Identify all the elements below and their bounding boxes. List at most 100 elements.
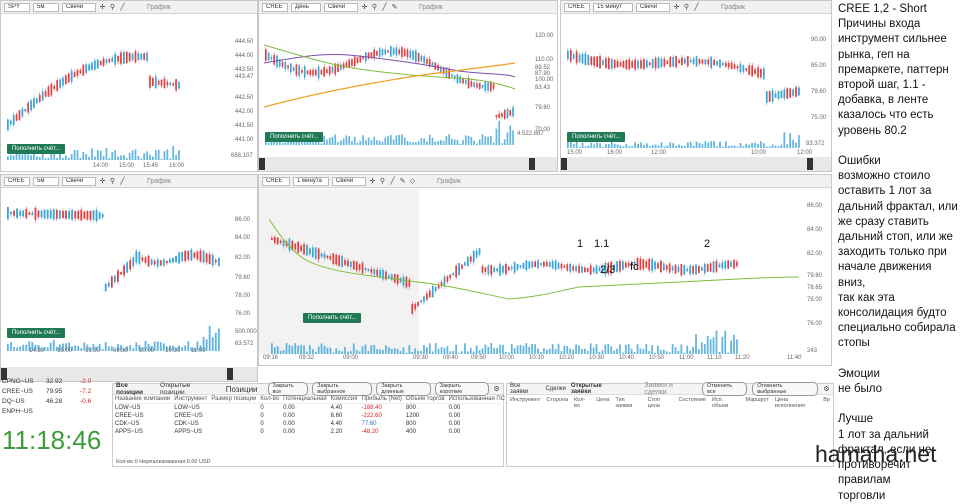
- tab-deals[interactable]: Сделки: [545, 386, 565, 392]
- cancel-selected-button[interactable]: Отменить выбранные: [752, 382, 819, 396]
- chart-type-select[interactable]: Свечи: [636, 2, 670, 12]
- line-tool-icon[interactable]: ╱: [381, 3, 388, 12]
- column-header[interactable]: Прибыль (Net): [359, 395, 404, 404]
- volume-bar: [160, 158, 163, 160]
- zoom-icon[interactable]: ⚲: [683, 3, 690, 12]
- volume-bar: [619, 145, 622, 148]
- symbol-select[interactable]: CREE: [262, 2, 288, 12]
- line-tool-icon[interactable]: ╱: [119, 177, 126, 186]
- brush-icon[interactable]: ✎: [391, 3, 398, 12]
- navigator-scrollbar[interactable]: [561, 157, 831, 171]
- volume-bar: [65, 155, 67, 160]
- gear-icon[interactable]: ⚙: [493, 385, 500, 394]
- watchlist-row[interactable]: CREE~US 79.95 -7.2: [0, 386, 110, 396]
- fill-account-button[interactable]: Пополнить счёт...: [303, 313, 362, 323]
- crosshair-icon[interactable]: ✛: [99, 177, 106, 186]
- column-header[interactable]: Размер позиции: [209, 395, 259, 404]
- close-long-button[interactable]: Закрыть длинные: [376, 382, 431, 396]
- column-header[interactable]: Цена: [596, 397, 609, 409]
- column-header[interactable]: Стоп цена: [648, 397, 673, 409]
- column-header[interactable]: Инструмент: [172, 395, 210, 404]
- navigator-handle-right[interactable]: [807, 158, 813, 170]
- crosshair-icon[interactable]: ✛: [673, 3, 680, 12]
- chart-type-select[interactable]: Свечи: [324, 2, 358, 12]
- column-header[interactable]: Кол-во: [574, 397, 590, 409]
- column-header[interactable]: Объем торгов: [403, 395, 447, 404]
- draw-icon[interactable]: ◇: [409, 177, 416, 186]
- candle: [335, 254, 338, 265]
- column-header[interactable]: Инструмент: [510, 397, 540, 409]
- watchlist-row[interactable]: DQ~US 46.28 -0.6: [0, 396, 110, 406]
- candle: [452, 272, 455, 276]
- tab-open-positions[interactable]: Открытые позиции: [160, 382, 216, 396]
- navigator-scrollbar[interactable]: [259, 157, 557, 171]
- symbol-select[interactable]: CREE: [262, 176, 290, 186]
- crosshair-icon[interactable]: ✛: [99, 3, 106, 12]
- symbol-select[interactable]: CREE: [564, 2, 590, 12]
- chart-type-select[interactable]: Свечи: [332, 176, 366, 186]
- time-tick: 11:10: [707, 355, 722, 361]
- interval-select[interactable]: 15 минут: [593, 2, 633, 12]
- column-header[interactable]: Тип заявки: [615, 397, 641, 409]
- fill-account-button[interactable]: Пополнить счёт...: [265, 132, 324, 142]
- watchlist-row[interactable]: ENPH~US: [0, 406, 110, 416]
- line-tool-icon[interactable]: ╱: [389, 177, 396, 186]
- interval-select[interactable]: 5м: [33, 176, 59, 186]
- brush-icon[interactable]: ✎: [399, 177, 406, 186]
- column-header[interactable]: Вр: [823, 397, 830, 409]
- tab-open-orders[interactable]: Открытые заявки: [571, 383, 623, 395]
- zoom-icon[interactable]: ⚲: [371, 3, 378, 12]
- interval-select[interactable]: День: [291, 2, 321, 12]
- column-header[interactable]: Исп. объем: [712, 397, 739, 409]
- column-header[interactable]: Использованная ПС: [446, 395, 508, 404]
- chart-type-select[interactable]: Свечи: [62, 2, 96, 12]
- fill-account-button[interactable]: Пополнить счёт...: [7, 144, 66, 154]
- candle: [199, 250, 202, 262]
- tab-all-orders[interactable]: Все заявки: [510, 383, 540, 395]
- column-header[interactable]: Сторона: [546, 397, 568, 409]
- zoom-icon[interactable]: ⚲: [109, 177, 116, 186]
- column-header[interactable]: Маршрут: [745, 397, 768, 409]
- crosshair-icon[interactable]: ✛: [369, 177, 376, 186]
- fill-account-button[interactable]: Пополнить счёт...: [567, 132, 626, 142]
- watchlist-row[interactable]: CPNG~US 32.92 -2.0: [0, 376, 110, 386]
- navigator-handle-right[interactable]: [227, 368, 233, 380]
- line-tool-icon[interactable]: ╱: [693, 3, 700, 12]
- table-row[interactable]: APPS~US APPS~US 0 0.00 2.20 -48.20 400 0.00: [113, 428, 507, 436]
- column-header[interactable]: Цена исполнения: [775, 397, 817, 409]
- close-all-button[interactable]: Закрыть все: [267, 382, 309, 396]
- price-plot[interactable]: 444.50 444.00 443.50 443.47 442.50 442.0…: [1, 15, 258, 160]
- volume-bar: [630, 348, 633, 354]
- crosshair-icon[interactable]: ✛: [361, 3, 368, 12]
- gear-icon[interactable]: ⚙: [823, 385, 830, 394]
- table-row[interactable]: CDK~US CDK~US 0 0.00 4.40 77.60 800 0.00: [113, 420, 507, 428]
- close-short-button[interactable]: Закрыть короткие: [434, 382, 490, 396]
- table-row[interactable]: LOW~US LOW~US 0 0.00 4.40 -188.40 800 0.00: [113, 404, 507, 413]
- line-tool-icon[interactable]: ╱: [119, 3, 126, 12]
- cancel-all-button[interactable]: Отменить все: [702, 382, 748, 396]
- fill-account-button[interactable]: Пополнить счёт...: [7, 328, 66, 338]
- interval-select[interactable]: 5м: [33, 2, 59, 12]
- price-plot[interactable]: 86.00 84.00 82.00 79.60 78.65 78.00 76.0…: [259, 189, 832, 364]
- navigator-handle-left[interactable]: [561, 158, 567, 170]
- column-header[interactable]: Состояние: [678, 397, 705, 409]
- table-row[interactable]: CREE~US CREE~US 0 0.00 6.60 -222.60 1200 0.00: [113, 412, 507, 420]
- price-plot[interactable]: 86.00 84.00 82.00 79.60 78.00 76.00 500.…: [1, 189, 258, 369]
- zoom-icon[interactable]: ⚲: [109, 3, 116, 12]
- tab-all-positions[interactable]: Все позиции: [116, 382, 156, 396]
- symbol-select[interactable]: CREE: [4, 176, 30, 186]
- interval-select[interactable]: 1 минута: [293, 176, 329, 186]
- chart-type-select[interactable]: Свечи: [62, 176, 96, 186]
- volume-bar: [707, 142, 710, 148]
- column-header[interactable]: Кол-во: [258, 395, 282, 404]
- navigator-handle-left[interactable]: [259, 158, 265, 170]
- column-header[interactable]: Комиссия: [328, 395, 360, 404]
- column-header[interactable]: Название компании: [113, 395, 173, 404]
- symbol-select[interactable]: SPY: [4, 2, 30, 12]
- close-selected-button[interactable]: Закрыть выбранное: [312, 382, 373, 396]
- navigator-handle-right[interactable]: [529, 158, 535, 170]
- zoom-icon[interactable]: ⚲: [379, 177, 386, 186]
- table-cell: -222.60: [361, 413, 382, 419]
- candle: [616, 60, 619, 68]
- column-header[interactable]: Потенциальная: [281, 395, 329, 404]
